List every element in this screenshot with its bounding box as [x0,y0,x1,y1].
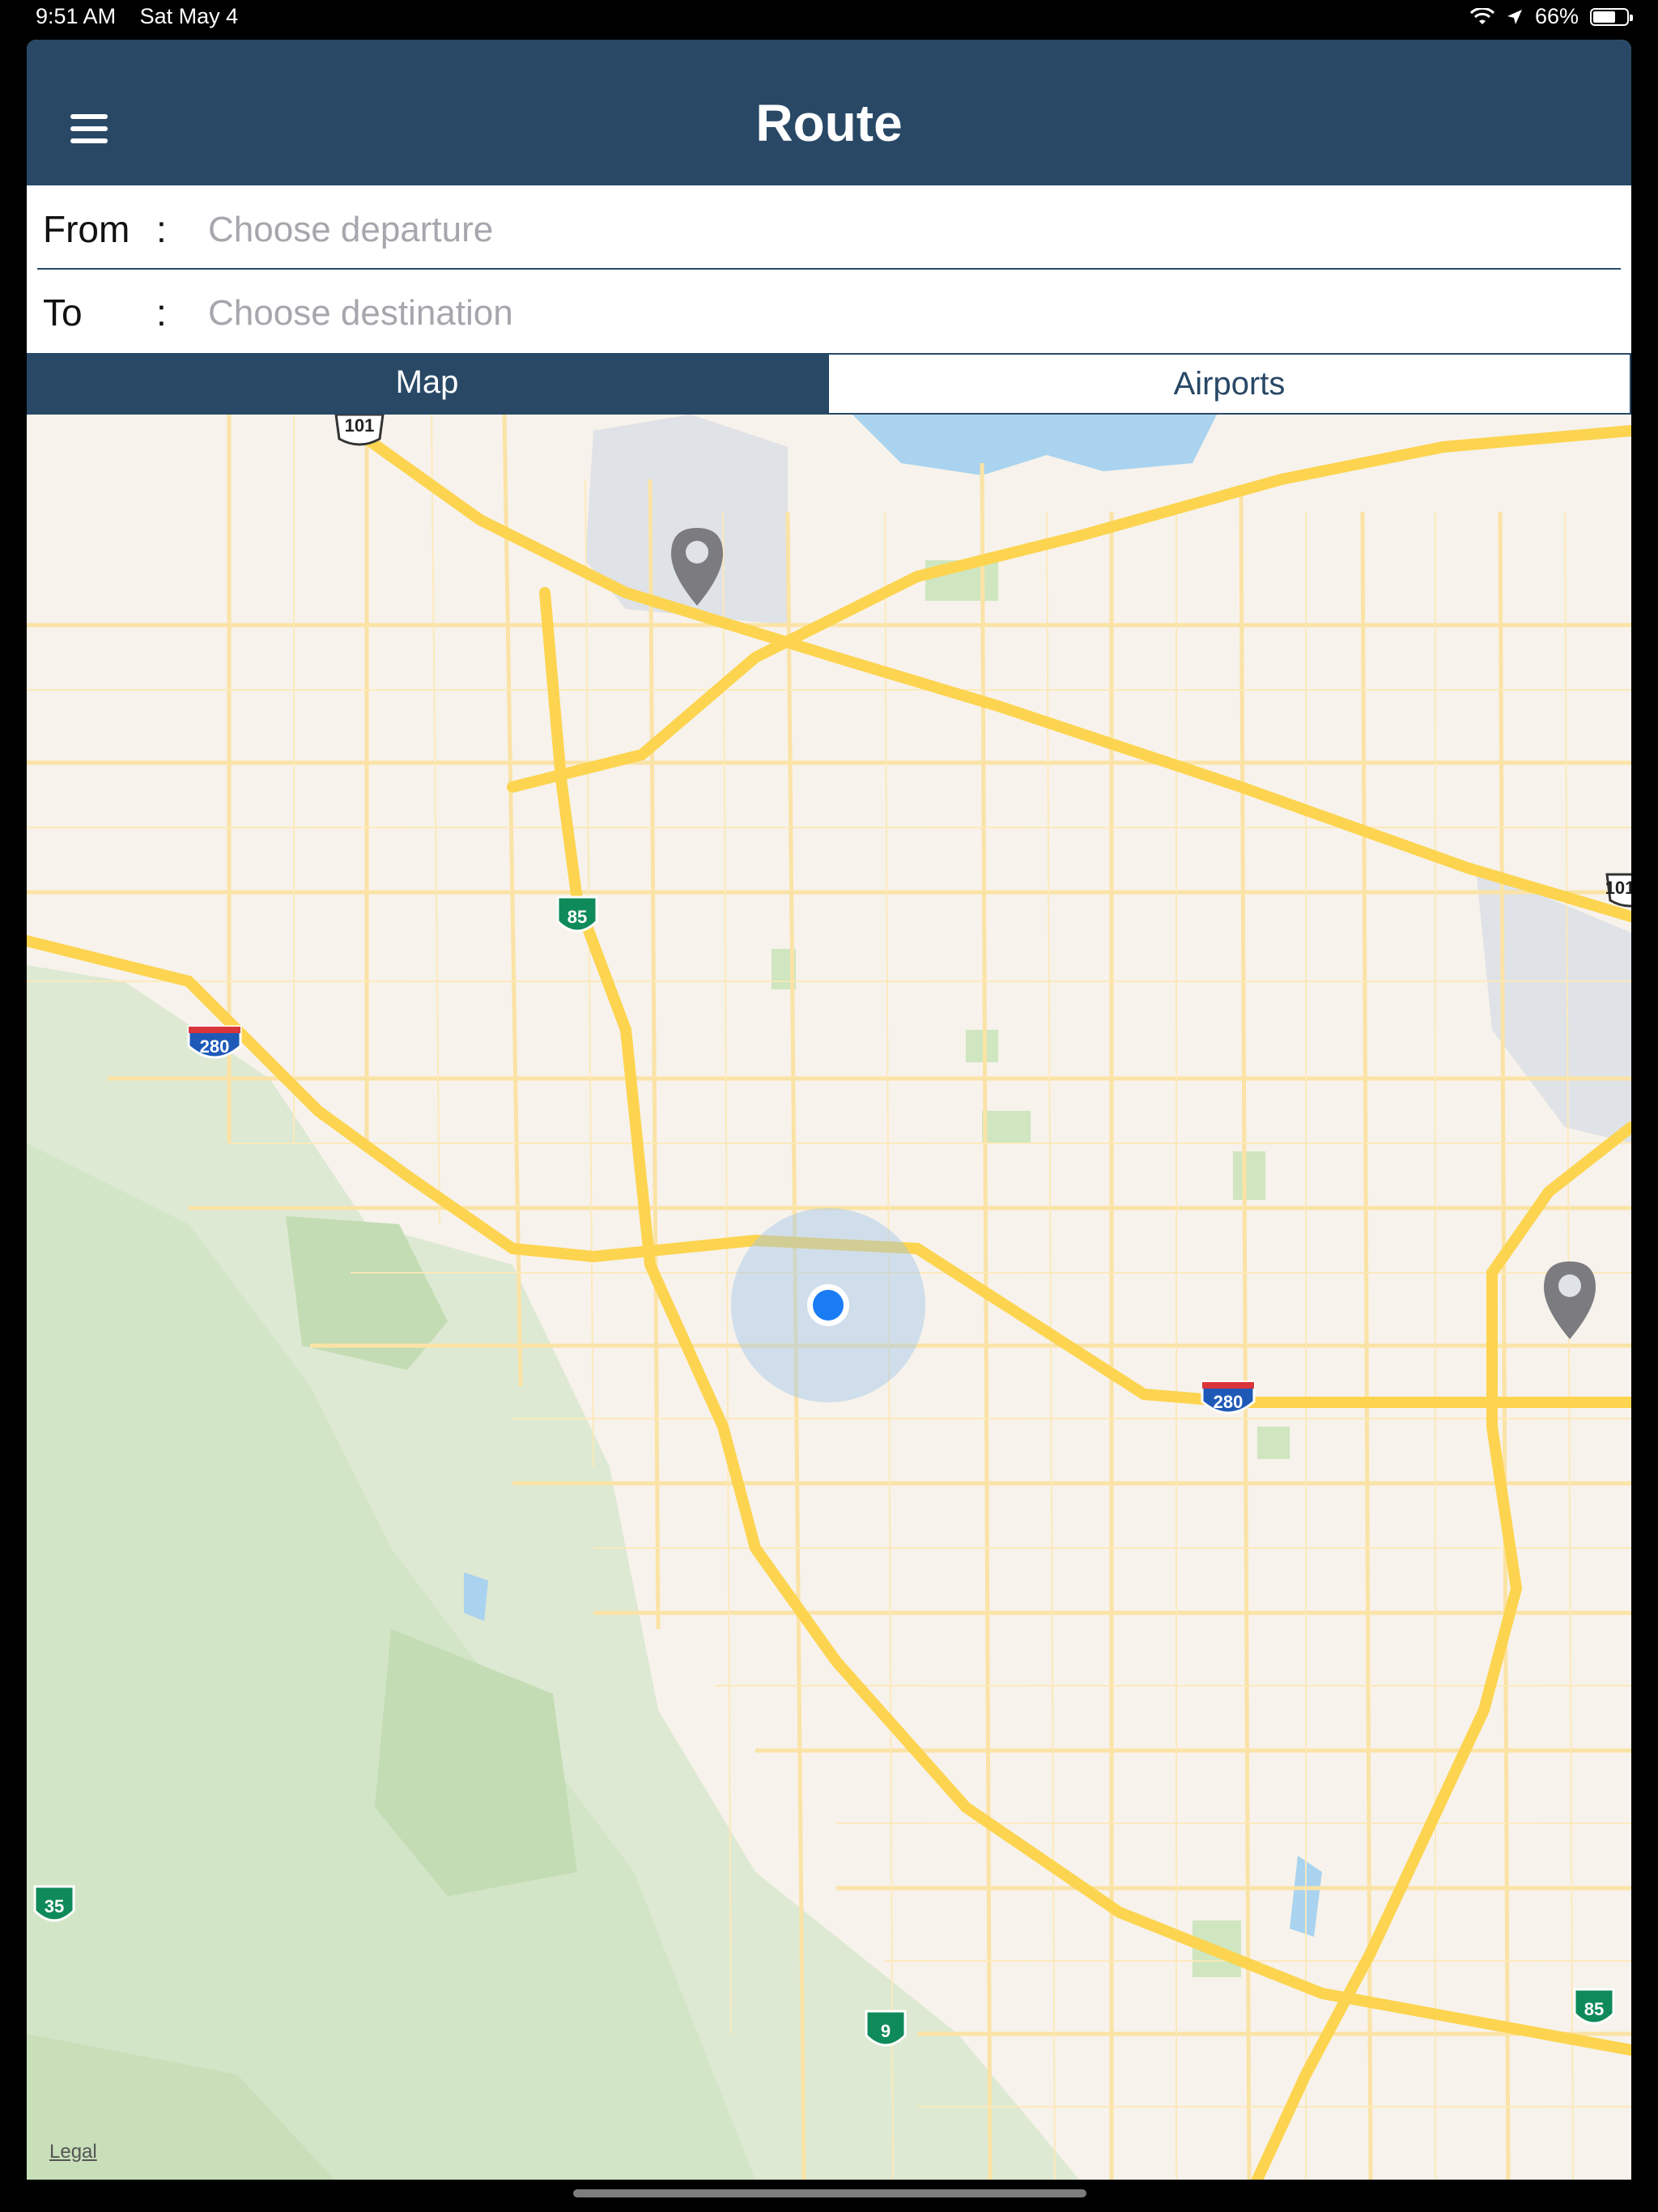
route-shield-label: 85 [1584,1999,1604,2019]
route-shield-label: 85 [568,907,587,927]
route-shield-label: 101 [345,415,375,436]
status-time: 9:51 AM [36,4,117,28]
route-shield-label: 9 [881,2021,891,2041]
from-label: From [43,208,130,250]
route-shield-label: 35 [45,1896,64,1916]
to-label: To [43,291,83,334]
wifi-icon [1469,7,1494,24]
map-canvas[interactable]: 101 101 85 85 280 280 35 9 [27,415,1631,2180]
route-shield-icon: 9 [865,2010,907,2047]
form-divider [37,268,1621,270]
battery-icon [1590,7,1633,26]
from-row: From : [27,188,1631,269]
departure-input[interactable] [206,201,1586,259]
to-row: To : [27,271,1631,352]
segmented-control: Map Airports [27,353,1631,415]
battery-percent: 66% [1534,4,1579,28]
route-shield-icon: 280 [187,1025,242,1059]
route-shield-label: 101 [1605,878,1631,898]
route-shield-label: 280 [1214,1392,1244,1412]
location-arrow-icon [1507,9,1522,24]
route-shield-icon: 280 [1201,1380,1256,1414]
to-separator: : [156,291,167,334]
navigation-bar: Route [27,40,1631,185]
airport-pin-icon[interactable] [1544,1261,1596,1339]
route-shield-icon: 101 [1605,873,1631,908]
status-date: Sat May 4 [139,4,239,28]
app-window: Route From : To : Map Airports [27,40,1631,2180]
from-separator: : [156,208,167,250]
route-shield-icon: 101 [334,415,385,446]
route-shield-icon: 35 [33,1885,75,1922]
page-title: Route [755,94,903,152]
destination-input[interactable] [206,284,1586,342]
home-indicator[interactable] [573,2189,1086,2197]
route-shield-icon: 85 [556,895,598,933]
route-shield-icon: 85 [1573,1988,1615,2025]
legal-link[interactable]: Legal [49,2141,97,2163]
route-shield-label: 280 [200,1036,230,1057]
map-view[interactable]: 101 101 85 85 280 280 35 9 Legal [27,415,1631,2180]
status-bar: 9:51 AM Sat May 4 66% [0,0,1658,36]
tab-map[interactable]: Map [27,353,827,415]
tab-airports[interactable]: Airports [827,353,1631,415]
